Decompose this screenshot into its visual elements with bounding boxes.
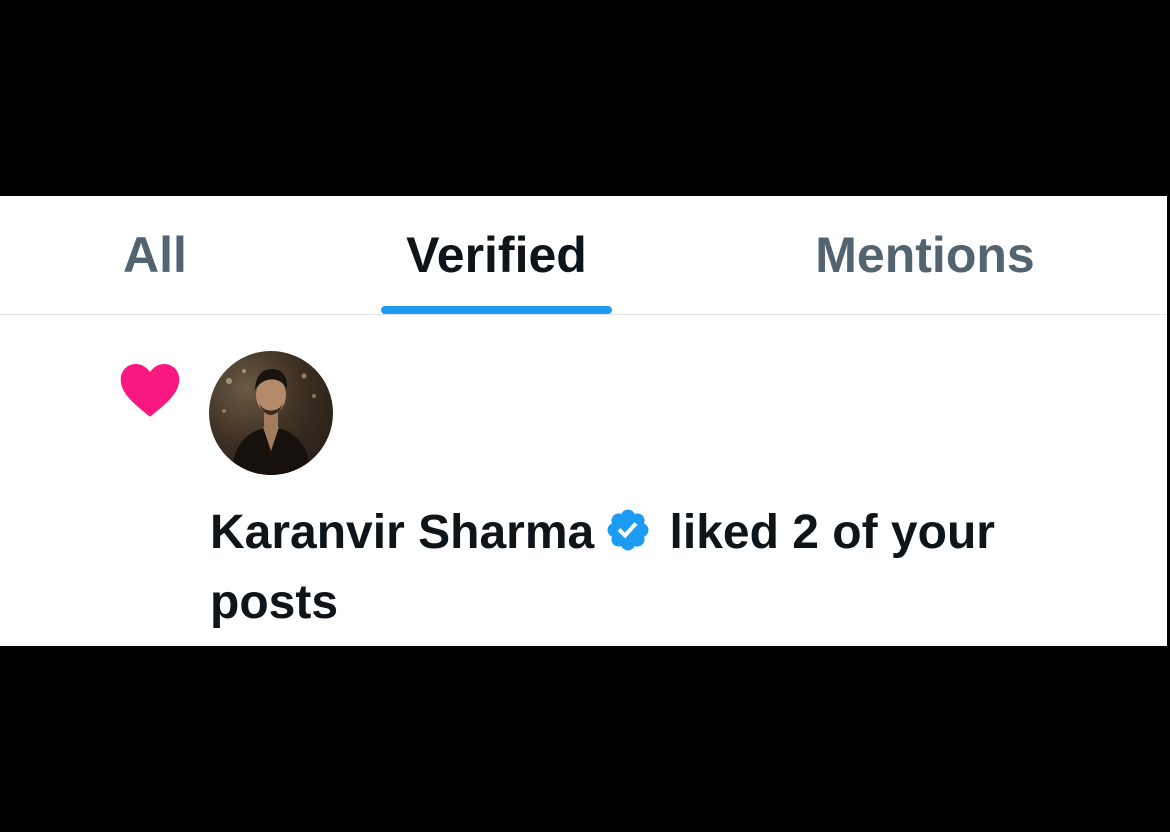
heart-icon — [118, 362, 182, 418]
verified-badge-icon — [604, 504, 652, 552]
user-name-link[interactable]: Karanvir Sharma — [210, 506, 594, 559]
avatar[interactable] — [209, 351, 333, 475]
active-tab-indicator — [381, 306, 612, 314]
notification-text: Karanvir Sharma liked 2 of your posts — [210, 498, 1130, 638]
tab-mentions[interactable]: Mentions — [780, 196, 1070, 314]
tab-verified[interactable]: Verified — [381, 196, 612, 314]
tab-all[interactable]: All — [60, 196, 250, 314]
notification-tabs: All Verified Mentions — [0, 196, 1167, 315]
